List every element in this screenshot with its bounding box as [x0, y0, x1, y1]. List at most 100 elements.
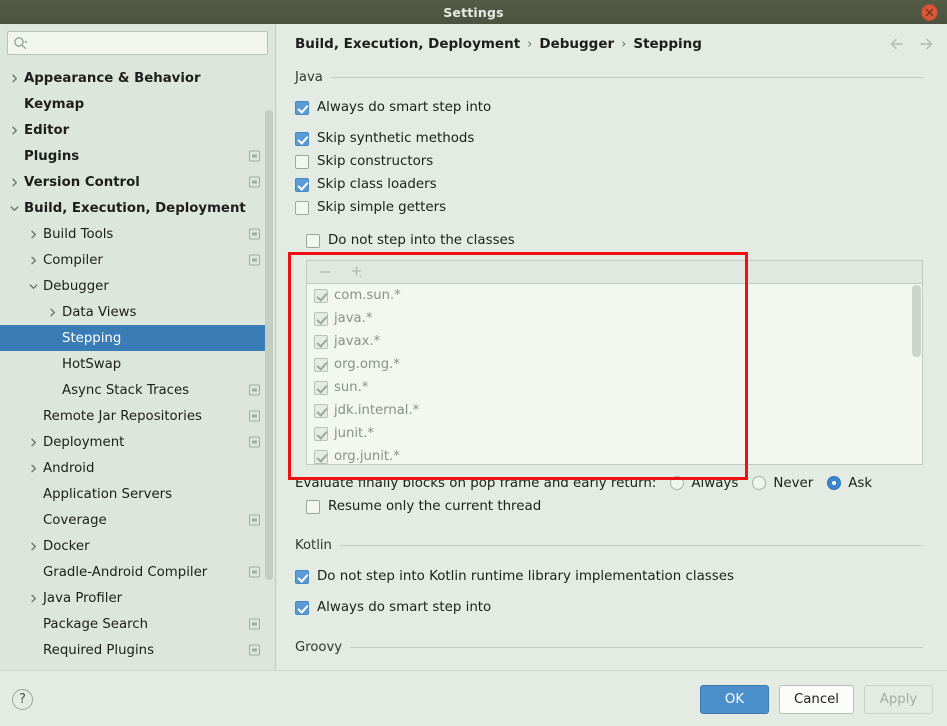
plus-dropdown-icon[interactable] [349, 264, 365, 280]
checkbox-row-do-not-step-into-classes[interactable]: Do not step into the classes [277, 229, 947, 252]
sidebar-item-label: Version Control [24, 174, 140, 190]
excluded-class-row[interactable]: org.junit.* [307, 445, 922, 464]
checkbox-resume-only-current-thread[interactable] [306, 499, 320, 514]
excluded-class-checkbox[interactable] [314, 380, 328, 395]
search-box[interactable] [7, 31, 268, 55]
search-input[interactable] [28, 33, 262, 53]
sidebar-item-debugger[interactable]: Debugger [0, 273, 266, 299]
sidebar-item-label: Gradle-Android Compiler [43, 564, 208, 580]
checkbox-row-always-smart-step-java[interactable]: Always do smart step into [277, 96, 947, 119]
sidebar-item-deployment[interactable]: Deployment [0, 429, 266, 455]
class-list-scrollbar-thumb[interactable] [912, 285, 921, 357]
checkbox-do-not-step-into-classes[interactable] [306, 233, 320, 248]
radio-option-never[interactable]: Never [752, 476, 813, 491]
chevron-right-icon[interactable] [46, 306, 59, 319]
arrow-left-icon[interactable] [888, 35, 906, 53]
excluded-classes-list[interactable]: com.sun.* java.* javax.* org.omg.* sun.* jdk.… [306, 283, 923, 465]
close-icon[interactable] [921, 4, 938, 21]
excluded-class-row[interactable]: java.* [307, 307, 922, 330]
checkbox-row-always-smart-step-kotlin[interactable]: Always do smart step into [277, 596, 947, 619]
breadcrumb-part-0[interactable]: Build, Execution, Deployment [295, 36, 520, 52]
excluded-class-row[interactable]: sun.* [307, 376, 922, 399]
checkbox-always-smart-step-java[interactable] [295, 100, 309, 115]
checkbox-row-resume-only-current-thread[interactable]: Resume only the current thread [277, 495, 947, 518]
excluded-class-checkbox[interactable] [314, 334, 328, 349]
sidebar-item-build-execution-deployment[interactable]: Build, Execution, Deployment [0, 195, 266, 221]
excluded-class-row[interactable]: junit.* [307, 422, 922, 445]
sidebar-item-android[interactable]: Android [0, 455, 266, 481]
sidebar-scrollbar-thumb[interactable] [265, 110, 273, 580]
sidebar-item-required-plugins[interactable]: Required Plugins [0, 637, 266, 663]
sidebar-item-stepping[interactable]: Stepping [0, 325, 266, 351]
excluded-class-row[interactable]: javax.* [307, 330, 922, 353]
sidebar-item-coverage[interactable]: Coverage [0, 507, 266, 533]
cancel-button[interactable]: Cancel [778, 685, 854, 714]
excluded-class-checkbox[interactable] [314, 357, 328, 372]
sidebar-item-application-servers[interactable]: Application Servers [0, 481, 266, 507]
radio-option-always[interactable]: Always [670, 476, 738, 491]
checkbox-row-skip-class-loaders[interactable]: Skip class loaders [277, 173, 947, 196]
excluded-class-row[interactable]: org.omg.* [307, 353, 922, 376]
section-rule [350, 646, 923, 648]
breadcrumb-part-2[interactable]: Stepping [633, 36, 702, 52]
sidebar-item-version-control[interactable]: Version Control [0, 169, 266, 195]
chevron-down-icon[interactable] [8, 202, 21, 215]
checkbox-skip-synthetic-methods[interactable] [295, 131, 309, 146]
excluded-class-checkbox[interactable] [314, 311, 328, 326]
excluded-class-checkbox[interactable] [314, 288, 328, 303]
sidebar-item-keymap[interactable]: Keymap [0, 91, 266, 117]
checkbox-row-skip-synthetic-methods[interactable]: Skip synthetic methods [277, 127, 947, 150]
radio-never[interactable] [752, 476, 767, 490]
excluded-class-checkbox[interactable] [314, 403, 328, 418]
excluded-class-checkbox[interactable] [314, 449, 328, 464]
checkbox-row-kotlin-runtime[interactable]: Do not step into Kotlin runtime library … [277, 565, 947, 588]
sidebar-item-data-views[interactable]: Data Views [0, 299, 266, 325]
settings-tree[interactable]: Appearance & Behavior Keymap Editor Plugins… [0, 65, 266, 670]
sidebar-item-hotswap[interactable]: HotSwap [0, 351, 266, 377]
sidebar-item-compiler[interactable]: Compiler [0, 247, 266, 273]
minus-icon[interactable] [317, 264, 333, 280]
sidebar-item-build-tools[interactable]: Build Tools [0, 221, 266, 247]
excluded-class-checkbox[interactable] [314, 426, 328, 441]
sidebar-item-async-stack-traces[interactable]: Async Stack Traces [0, 377, 266, 403]
chevron-down-icon[interactable] [27, 280, 40, 293]
checkbox-always-smart-step-kotlin[interactable] [295, 600, 309, 615]
sidebar-item-plugins[interactable]: Plugins [0, 143, 266, 169]
chevron-right-icon[interactable] [27, 462, 40, 475]
sidebar-item-java-profiler[interactable]: Java Profiler [0, 585, 266, 611]
chevron-right-icon[interactable] [27, 592, 40, 605]
checkbox-skip-simple-getters[interactable] [295, 200, 309, 215]
arrow-right-icon[interactable] [917, 35, 935, 53]
breadcrumb-part-1[interactable]: Debugger [539, 36, 614, 52]
chevron-right-icon[interactable] [27, 254, 40, 267]
sidebar-item-gradle-android-compiler[interactable]: Gradle-Android Compiler [0, 559, 266, 585]
excluded-class-row[interactable]: jdk.internal.* [307, 399, 922, 422]
sidebar-item-appearance-behavior[interactable]: Appearance & Behavior [0, 65, 266, 91]
chevron-right-icon[interactable] [8, 72, 21, 85]
radio-option-ask[interactable]: Ask [827, 476, 872, 491]
chevron-right-icon[interactable] [27, 228, 40, 241]
help-icon[interactable]: ? [12, 689, 33, 710]
chevron-right-icon[interactable] [27, 436, 40, 449]
checkbox-skip-constructors[interactable] [295, 154, 309, 169]
radio-ask[interactable] [827, 476, 842, 490]
radio-always[interactable] [670, 476, 685, 490]
checkbox-row-skip-simple-getters[interactable]: Skip simple getters [277, 196, 947, 219]
sidebar-item-package-search[interactable]: Package Search [0, 611, 266, 637]
excluded-class-row[interactable]: com.sun.* [307, 284, 922, 307]
chevron-right-icon[interactable] [8, 124, 21, 137]
sidebar-item-editor[interactable]: Editor [0, 117, 266, 143]
sidebar-item-docker[interactable]: Docker [0, 533, 266, 559]
window-title-bar: Settings [0, 0, 947, 24]
sidebar-scrollbar-track[interactable] [265, 65, 274, 670]
chevron-right-icon[interactable] [8, 176, 21, 189]
sidebar-item-remote-jar-repositories[interactable]: Remote Jar Repositories [0, 403, 266, 429]
checkbox-row-skip-constructors[interactable]: Skip constructors [277, 150, 947, 173]
sidebar-item-run-targets[interactable]: Run Targets [0, 663, 266, 671]
checkbox-kotlin-runtime[interactable] [295, 569, 309, 584]
help-glyph: ? [19, 692, 26, 707]
ok-button[interactable]: OK [699, 685, 769, 714]
checkbox-skip-class-loaders[interactable] [295, 177, 309, 192]
chevron-right-icon[interactable] [27, 540, 40, 553]
evaluate-finally-row: Evaluate finally blocks on pop frame and… [277, 471, 947, 495]
